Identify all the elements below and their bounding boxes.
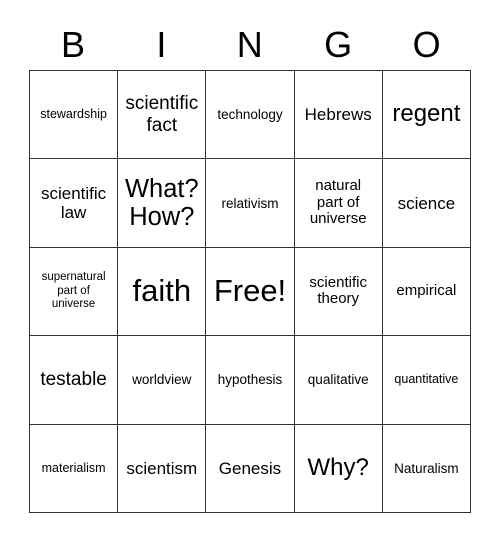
bingo-header-letter-4: O bbox=[412, 24, 442, 65]
bingo-cell-label: Free! bbox=[213, 273, 287, 309]
bingo-cell-label: Why? bbox=[307, 453, 369, 481]
bingo-cell-label: scientific theory bbox=[309, 273, 367, 308]
bingo-cell-label: worldview bbox=[132, 372, 192, 388]
bingo-cell[interactable]: Why? bbox=[294, 424, 383, 513]
bingo-cell[interactable]: scientism bbox=[118, 424, 207, 513]
bingo-cell-label: scientific fact bbox=[125, 93, 199, 136]
bingo-cell[interactable]: Naturalism bbox=[382, 424, 471, 513]
bingo-cell[interactable]: Hebrews bbox=[294, 71, 383, 160]
bingo-cell-label: relativism bbox=[221, 195, 279, 211]
bingo-cell[interactable]: regent bbox=[382, 71, 471, 160]
bingo-cell-label: scientism bbox=[126, 458, 198, 478]
bingo-cell-label: regent bbox=[392, 100, 461, 128]
bingo-card: B I N G O stewardship scientific fact technolo… bbox=[0, 0, 500, 544]
bingo-header-letter-1: I bbox=[156, 24, 167, 65]
bingo-cell[interactable]: testable bbox=[30, 336, 119, 425]
bingo-cell[interactable]: natural part of universe bbox=[294, 159, 383, 248]
bingo-cell[interactable]: supernatural part of universe bbox=[30, 247, 119, 337]
bingo-cell[interactable]: stewardship bbox=[30, 71, 119, 160]
bingo-cell-label: empirical bbox=[396, 282, 457, 300]
bingo-cell[interactable]: What? How? bbox=[118, 159, 207, 248]
bingo-cell-label: materialism bbox=[41, 460, 106, 475]
bingo-cell[interactable]: hypothesis bbox=[206, 336, 295, 425]
bingo-cell[interactable]: technology bbox=[206, 71, 295, 160]
bingo-cell[interactable]: qualitative bbox=[294, 336, 383, 425]
bingo-cell[interactable]: scientific fact bbox=[118, 71, 207, 160]
bingo-cell[interactable]: materialism bbox=[30, 424, 119, 513]
bingo-cell[interactable]: worldview bbox=[118, 336, 207, 425]
bingo-header-letter-3: G bbox=[324, 24, 353, 65]
bingo-header-letter-2: N bbox=[236, 24, 264, 65]
bingo-cell-label: What? How? bbox=[124, 175, 199, 232]
bingo-cell-label: stewardship bbox=[40, 107, 107, 122]
bingo-cell[interactable]: empirical bbox=[382, 247, 471, 337]
bingo-cell-label: Naturalism bbox=[394, 460, 459, 476]
bingo-cell-label: faith bbox=[132, 273, 192, 309]
bingo-cell-label: quantitative bbox=[394, 372, 459, 387]
bingo-cell[interactable]: quantitative bbox=[382, 336, 471, 425]
bingo-free-space[interactable]: Free! bbox=[206, 247, 295, 337]
bingo-grid: stewardship scientific fact technology Hebr… bbox=[29, 70, 471, 513]
bingo-header-letter-0: B bbox=[60, 24, 86, 65]
bingo-cell-label: technology bbox=[217, 107, 283, 123]
bingo-cell-label: scientific law bbox=[41, 184, 107, 223]
bingo-cell[interactable]: relativism bbox=[206, 159, 295, 248]
bingo-cell-label: natural part of universe bbox=[309, 176, 367, 228]
bingo-cell[interactable]: scientific theory bbox=[294, 247, 383, 337]
bingo-cell[interactable]: science bbox=[382, 159, 471, 248]
bingo-header-row: BINGO bbox=[29, 22, 471, 68]
bingo-cell-label: qualitative bbox=[307, 372, 369, 388]
bingo-cell[interactable]: faith bbox=[118, 247, 207, 337]
bingo-cell-label: Hebrews bbox=[304, 105, 372, 125]
bingo-cell[interactable]: Genesis bbox=[206, 424, 295, 513]
bingo-cell[interactable]: scientific law bbox=[30, 159, 119, 248]
bingo-cell-label: supernatural part of universe bbox=[41, 270, 106, 311]
bingo-cell-label: science bbox=[397, 193, 456, 213]
bingo-cell-label: testable bbox=[40, 369, 107, 391]
bingo-cell-label: Genesis bbox=[218, 458, 282, 478]
bingo-cell-label: hypothesis bbox=[217, 372, 283, 388]
